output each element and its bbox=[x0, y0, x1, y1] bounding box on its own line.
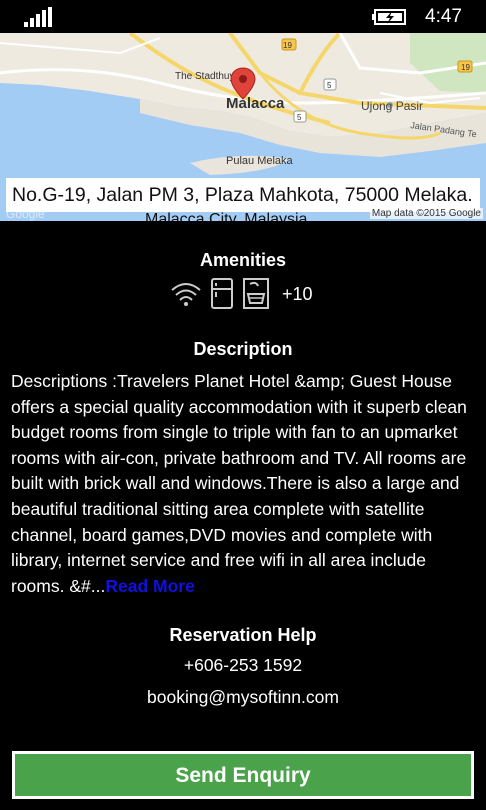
map-label: Pulau Melaka bbox=[226, 155, 294, 167]
reservation-email[interactable]: booking@mysoftinn.com bbox=[0, 687, 486, 708]
description-text: Descriptions :Travelers Planet Hotel &am… bbox=[11, 369, 477, 599]
send-enquiry-button[interactable]: Send Enquiry bbox=[12, 751, 474, 799]
map-credit: Map data ©2015 Google bbox=[369, 208, 483, 219]
address-label: No.G-19, Jalan PM 3, Plaza Mahkota, 7500… bbox=[6, 178, 480, 212]
description-title: Description bbox=[193, 339, 293, 359]
route-label: 5 bbox=[297, 113, 302, 122]
route-label: 19 bbox=[461, 63, 470, 72]
route-label: 19 bbox=[283, 41, 292, 50]
amenities-list: +10 bbox=[170, 278, 313, 310]
amenities-title: Amenities bbox=[199, 250, 287, 270]
read-more-link[interactable]: Read More bbox=[105, 576, 194, 596]
clock: 4:47 bbox=[425, 6, 462, 27]
bathtub-icon bbox=[243, 278, 269, 309]
battery-charging-icon bbox=[372, 9, 406, 25]
reservation-title: Reservation Help bbox=[169, 625, 317, 645]
route-label: 5 bbox=[327, 81, 332, 90]
signal-strength-icon bbox=[24, 7, 52, 27]
status-bar: 4:47 bbox=[0, 0, 486, 33]
amenities-more-count: +10 bbox=[282, 283, 313, 304]
address-line-2: Malacca City, Malaysia bbox=[145, 211, 308, 221]
reservation-phone[interactable]: +606-253 1592 bbox=[0, 655, 486, 676]
description-body: Descriptions :Travelers Planet Hotel &am… bbox=[11, 371, 467, 596]
map-label: The Stadthuys bbox=[175, 71, 239, 82]
location-map[interactable]: 19 19 5 5 The Stadthuys Malacca Ujong Pa… bbox=[0, 33, 486, 221]
map-label-city: Malacca bbox=[226, 95, 285, 112]
map-label: Ujong Pasir bbox=[361, 99, 423, 113]
wifi-icon bbox=[171, 283, 201, 306]
refrigerator-icon bbox=[211, 278, 233, 309]
